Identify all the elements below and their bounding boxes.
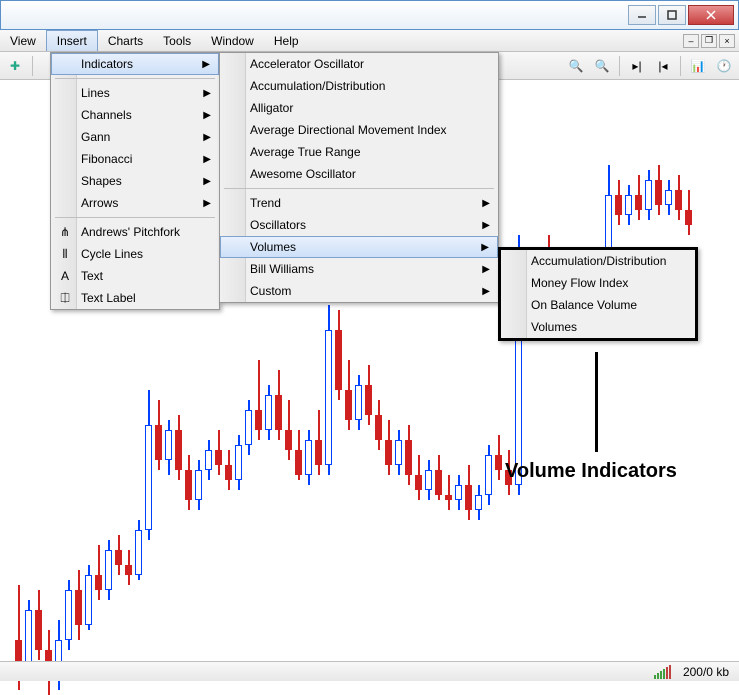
submenu-arrow-icon: ▶ [481, 242, 489, 253]
submenu-arrow-icon: ▶ [203, 154, 211, 165]
submenu-arrow-icon: ▶ [203, 132, 211, 143]
menu-item-bill-williams[interactable]: Bill Williams▶ [220, 258, 498, 280]
menu-item-fibonacci[interactable]: Fibonacci▶ [51, 148, 219, 170]
menu-item-text[interactable]: AText [51, 265, 219, 287]
volumes-dropdown: Accumulation/Distribution Money Flow Ind… [498, 247, 698, 341]
plus-icon: ✚ [10, 59, 20, 73]
menu-item-text-label[interactable]: ⎅Text Label [51, 287, 219, 309]
indicators-button[interactable]: 📊 [687, 55, 709, 77]
toolbar-separator [32, 56, 33, 76]
menu-item-accelerator[interactable]: Accelerator Oscillator [220, 53, 498, 75]
menu-item-custom[interactable]: Custom▶ [220, 280, 498, 302]
menu-item-lines[interactable]: Lines▶ [51, 82, 219, 104]
minimize-button[interactable] [628, 5, 656, 25]
menu-item-awesome[interactable]: Awesome Oscillator [220, 163, 498, 185]
child-minimize-button[interactable]: – [683, 34, 699, 48]
menu-separator [55, 217, 215, 218]
titlebar [0, 0, 739, 30]
text-icon: A [57, 268, 73, 284]
zoom-out-button[interactable]: 🔍 [591, 55, 613, 77]
menu-item-vol-accumulation[interactable]: Accumulation/Distribution [501, 250, 695, 272]
submenu-arrow-icon: ▶ [203, 88, 211, 99]
statusbar: 200/0 kb [0, 661, 739, 681]
menu-view[interactable]: View [0, 30, 46, 51]
pitchfork-icon: ⋔ [57, 224, 73, 240]
auto-scroll-button[interactable]: |◂ [652, 55, 674, 77]
menu-item-arrows[interactable]: Arrows▶ [51, 192, 219, 214]
submenu-arrow-icon: ▶ [482, 286, 490, 297]
menu-separator [224, 188, 494, 189]
submenu-arrow-icon: ▶ [482, 198, 490, 209]
cycle-icon: ⦀ [57, 246, 73, 262]
shift-icon: ▸| [632, 59, 641, 73]
insert-dropdown: Indicators▶ Lines▶ Channels▶ Gann▶ Fibon… [50, 52, 220, 310]
menu-help[interactable]: Help [264, 30, 309, 51]
submenu-arrow-icon: ▶ [203, 176, 211, 187]
menu-item-obv[interactable]: On Balance Volume [501, 294, 695, 316]
maximize-button[interactable] [658, 5, 686, 25]
connection-bars-icon [654, 665, 671, 679]
menu-item-adx[interactable]: Average Directional Movement Index [220, 119, 498, 141]
periods-button[interactable]: 🕐 [713, 55, 735, 77]
menu-insert[interactable]: Insert [46, 30, 98, 51]
submenu-arrow-icon: ▶ [482, 220, 490, 231]
zoom-out-icon: 🔍 [595, 59, 610, 73]
child-restore-button[interactable]: ❐ [701, 34, 717, 48]
menu-item-trend[interactable]: Trend▶ [220, 192, 498, 214]
child-close-button[interactable]: × [719, 34, 735, 48]
new-chart-button[interactable]: ✚ [4, 55, 26, 77]
connection-status: 200/0 kb [683, 665, 729, 679]
menu-item-gann[interactable]: Gann▶ [51, 126, 219, 148]
menu-item-alligator[interactable]: Alligator [220, 97, 498, 119]
menu-window[interactable]: Window [201, 30, 264, 51]
label-icon: ⎅ [57, 290, 73, 306]
annotation-text: Volume Indicators [505, 460, 677, 483]
submenu-arrow-icon: ▶ [203, 110, 211, 121]
zoom-in-icon: 🔍 [569, 59, 584, 73]
chart-shift-button[interactable]: ▸| [626, 55, 648, 77]
clock-icon: 🕐 [717, 59, 732, 73]
menu-item-atr[interactable]: Average True Range [220, 141, 498, 163]
menubar: View Insert Charts Tools Window Help – ❐… [0, 30, 739, 52]
menu-item-cycle-lines[interactable]: ⦀Cycle Lines [51, 243, 219, 265]
zoom-in-button[interactable]: 🔍 [565, 55, 587, 77]
close-button[interactable] [688, 5, 734, 25]
menu-item-indicators[interactable]: Indicators▶ [51, 53, 219, 75]
menu-separator [55, 78, 215, 79]
menu-item-oscillators[interactable]: Oscillators▶ [220, 214, 498, 236]
submenu-arrow-icon: ▶ [202, 59, 210, 70]
menu-item-vol-volumes[interactable]: Volumes [501, 316, 695, 338]
annotation-line [595, 352, 598, 452]
toolbar-separator [619, 56, 620, 76]
scroll-icon: |◂ [658, 59, 667, 73]
menu-item-shapes[interactable]: Shapes▶ [51, 170, 219, 192]
indicators-icon: 📊 [691, 59, 706, 73]
menu-tools[interactable]: Tools [153, 30, 201, 51]
submenu-arrow-icon: ▶ [203, 198, 211, 209]
menu-item-accumulation[interactable]: Accumulation/Distribution [220, 75, 498, 97]
toolbar-separator [680, 56, 681, 76]
menu-item-mfi[interactable]: Money Flow Index [501, 272, 695, 294]
menu-item-volumes[interactable]: Volumes▶ [220, 236, 498, 258]
indicators-dropdown: Accelerator Oscillator Accumulation/Dist… [219, 52, 499, 303]
menu-item-channels[interactable]: Channels▶ [51, 104, 219, 126]
submenu-arrow-icon: ▶ [482, 264, 490, 275]
menu-charts[interactable]: Charts [98, 30, 153, 51]
menu-item-andrews-pitchfork[interactable]: ⋔Andrews' Pitchfork [51, 221, 219, 243]
